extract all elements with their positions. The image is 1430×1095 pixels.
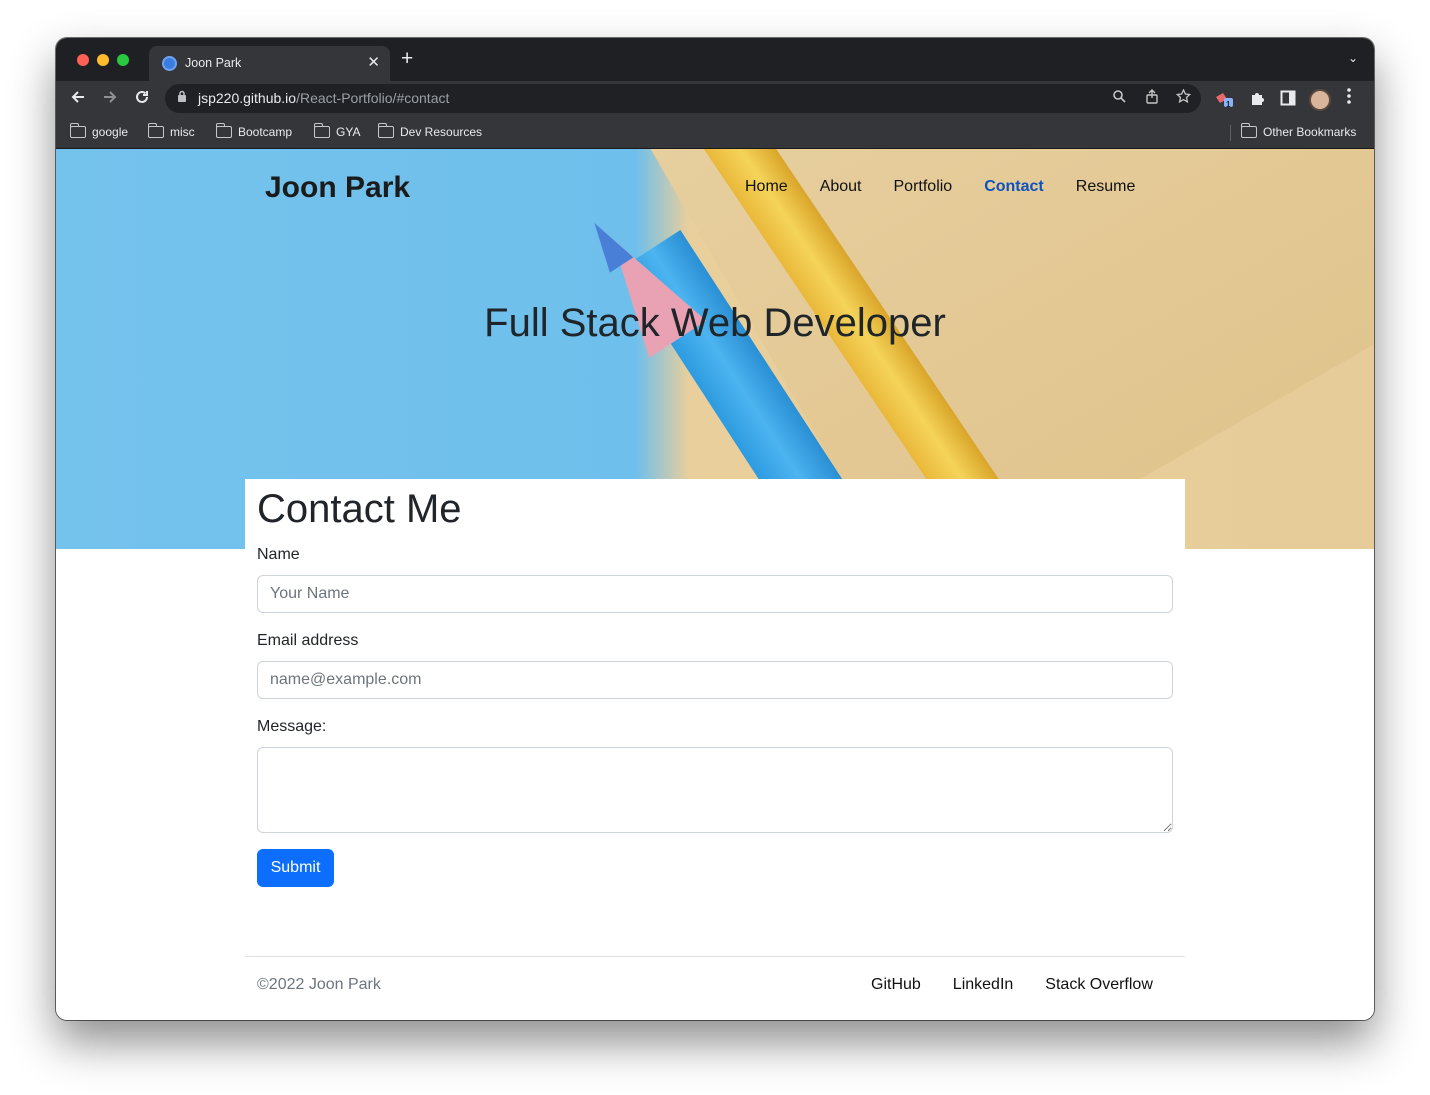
email-label: Email address <box>257 632 359 649</box>
folder-icon <box>377 123 394 138</box>
hero-title: Full Stack Web Developer <box>484 301 946 345</box>
nav-home[interactable]: Home <box>745 178 788 196</box>
minimize-window-button[interactable] <box>97 54 109 66</box>
folder-icon <box>1240 123 1257 138</box>
tab-joon-park[interactable]: Joon Park ✕ <box>149 46 390 81</box>
bookmark-label: google <box>92 125 129 139</box>
extension-icon[interactable]: 1 <box>1214 90 1234 113</box>
address-bar[interactable]: jsp220.github.io/React-Portfolio/#contac… <box>165 84 1201 113</box>
footer-link-stackoverflow[interactable]: Stack Overflow <box>1045 976 1153 994</box>
submit-button[interactable]: Submit <box>257 849 334 887</box>
browser-toolbar: jsp220.github.io/React-Portfolio/#contac… <box>56 81 1374 117</box>
footer-links: GitHub LinkedIn Stack Overflow <box>871 976 1185 994</box>
folder-icon <box>147 123 164 138</box>
message-textarea[interactable] <box>257 747 1173 833</box>
nav-portfolio[interactable]: Portfolio <box>894 178 953 196</box>
email-input[interactable] <box>257 661 1173 699</box>
tab-strip: Joon Park ✕ + ⌄ <box>56 38 1374 81</box>
folder-icon <box>215 123 232 138</box>
bookmark-dev-resources[interactable]: Dev Resources <box>377 123 483 139</box>
page-content: Joon Park Home About Portfolio Contact R… <box>56 149 1374 1020</box>
back-icon[interactable] <box>69 88 87 110</box>
nav-contact[interactable]: Contact <box>984 178 1044 196</box>
maximize-window-button[interactable] <box>117 54 129 66</box>
footer-divider <box>245 956 1185 957</box>
tab-search-chevron-icon[interactable]: ⌄ <box>1348 51 1358 65</box>
side-panel-icon[interactable] <box>1280 90 1296 111</box>
contact-form-card: Contact Me Name Email address Message: S… <box>245 479 1185 909</box>
bookmark-bootcamp[interactable]: Bootcamp <box>215 123 293 139</box>
close-tab-icon[interactable]: ✕ <box>367 53 380 71</box>
new-tab-button[interactable]: + <box>401 48 413 69</box>
name-label: Name <box>257 546 300 563</box>
bookmark-misc[interactable]: misc <box>147 123 195 139</box>
url-text[interactable]: jsp220.github.io/React-Portfolio/#contac… <box>198 90 449 106</box>
tab-title: Joon Park <box>185 56 242 70</box>
kebab-menu-icon[interactable] <box>1347 88 1351 109</box>
forward-icon[interactable] <box>101 88 119 110</box>
url-host: jsp220.github.io <box>198 90 297 106</box>
footer-copyright: ©2022 Joon Park <box>257 976 381 993</box>
star-icon[interactable] <box>1175 88 1192 107</box>
bookmark-label: GYA <box>336 125 361 139</box>
bookmark-label: misc <box>170 125 195 139</box>
reload-icon[interactable] <box>133 88 151 110</box>
folder-icon <box>313 123 330 138</box>
nav-about[interactable]: About <box>820 178 862 196</box>
nav-resume[interactable]: Resume <box>1076 178 1136 196</box>
extension-badge: 1 <box>1226 100 1231 109</box>
url-path: /React-Portfolio/#contact <box>296 90 450 106</box>
browser-window: Joon Park ✕ + ⌄ jsp220.github.io/React-P… <box>56 38 1374 1020</box>
contact-heading: Contact Me <box>257 487 462 531</box>
site-nav: Home About Portfolio Contact Resume <box>745 178 1167 196</box>
close-window-button[interactable] <box>77 54 89 66</box>
profile-avatar[interactable] <box>1309 89 1331 111</box>
footer-link-linkedin[interactable]: LinkedIn <box>953 976 1014 994</box>
site-brand[interactable]: Joon Park <box>265 171 410 205</box>
footer-link-github[interactable]: GitHub <box>871 976 921 994</box>
search-icon[interactable] <box>1112 89 1126 106</box>
other-bookmarks[interactable]: Other Bookmarks <box>1240 123 1357 139</box>
bookmarks-separator <box>1230 125 1231 141</box>
name-input[interactable] <box>257 575 1173 613</box>
bookmark-label: Bootcamp <box>238 125 293 139</box>
bookmarks-bar: google misc Bootcamp GYA Dev Resources O… <box>56 117 1374 149</box>
bookmark-label: Dev Resources <box>400 125 483 139</box>
globe-icon <box>162 56 177 71</box>
share-icon[interactable] <box>1145 89 1159 107</box>
folder-icon <box>69 123 86 138</box>
bookmark-google[interactable]: google <box>69 123 129 139</box>
other-bookmarks-label: Other Bookmarks <box>1263 125 1357 139</box>
lock-icon[interactable] <box>177 90 187 106</box>
message-label: Message: <box>257 718 327 735</box>
bookmark-gya[interactable]: GYA <box>313 123 361 139</box>
puzzle-icon[interactable] <box>1249 90 1265 111</box>
